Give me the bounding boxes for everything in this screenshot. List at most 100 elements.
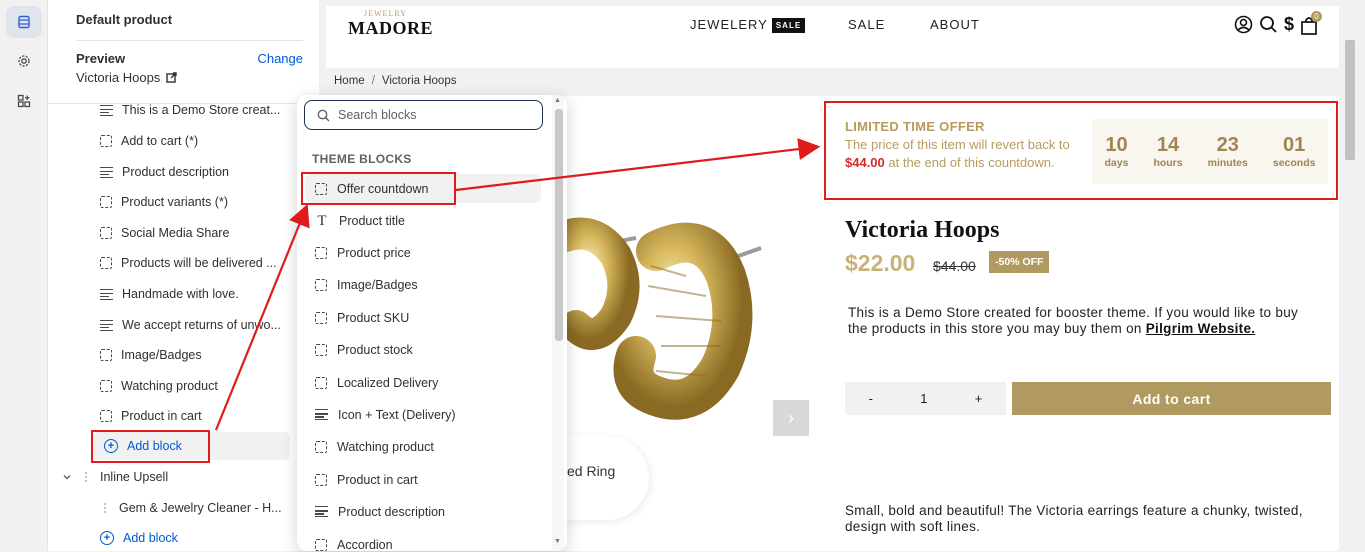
product-image[interactable] [556, 206, 786, 426]
qty-decrease-button[interactable]: - [869, 391, 873, 406]
logo-tagline: JEWELRY [364, 9, 407, 18]
compare-at-price: $44.00 [933, 258, 976, 274]
block-item[interactable]: Gem & Jewelry Cleaner - H... [100, 494, 300, 522]
nav-sale[interactable]: SALE [848, 17, 885, 32]
block-item[interactable]: Add to cart (*) [100, 127, 300, 155]
picker-item-label: Product description [338, 504, 446, 519]
product-description: Small, bold and beautiful! The Victoria … [845, 503, 1303, 534]
block-item[interactable]: Products will be delivered ... [100, 249, 300, 277]
block-item[interactable]: Product in cart [100, 402, 300, 430]
gallery-next-button[interactable]: › [773, 400, 809, 436]
picker-item-product-price[interactable]: Product price [305, 238, 541, 267]
drag-handle-icon[interactable] [104, 503, 110, 513]
block-label: Handmade with love. [122, 287, 239, 301]
block-item[interactable]: Product description [100, 158, 300, 186]
breadcrumb-current: Victoria Hoops [381, 75, 457, 87]
block-icon [315, 278, 327, 291]
picker-item-label: Localized Delivery [337, 375, 439, 390]
apps-icon[interactable] [6, 85, 42, 117]
header-icons: $ 0 [1234, 10, 1323, 35]
picker-item-product-stock[interactable]: Product stock [305, 335, 541, 364]
block-icon [315, 538, 327, 551]
drag-handle-icon[interactable] [85, 472, 91, 482]
picker-item-product-description[interactable]: Product description [305, 497, 541, 526]
block-item[interactable]: Image/Badges [100, 341, 300, 369]
add-block-label: Add block [123, 531, 178, 545]
block-item[interactable]: Watching product [100, 372, 300, 400]
picker-item-accordion[interactable]: Accordion [305, 530, 541, 551]
product-demo-text: This is a Demo Store created for booster… [848, 305, 1318, 337]
settings-gear-icon[interactable] [6, 45, 42, 77]
block-label: Product variants (*) [121, 195, 228, 209]
block-label: Social Media Share [121, 226, 230, 240]
block-item[interactable]: We accept returns of unwo... [100, 311, 300, 339]
block-item[interactable]: Social Media Share [100, 219, 300, 247]
preview-product-name: Victoria Hoops [76, 70, 161, 85]
picker-scrollbar[interactable]: ▲ ▼ [552, 95, 564, 551]
picker-item-label: Icon + Text (Delivery) [338, 407, 456, 422]
section-inline-upsell[interactable]: Inline Upsell [62, 463, 292, 491]
scrollbar-thumb[interactable] [1345, 40, 1355, 160]
text-lines-icon [100, 319, 113, 331]
picker-item-product-title[interactable]: T Product title [305, 206, 541, 235]
picker-item-image-badges[interactable]: Image/Badges [305, 270, 541, 299]
pilgrim-website-link[interactable]: Pilgrim Website. [1146, 321, 1256, 336]
text-lines-icon [315, 506, 328, 517]
nav-label: JEWELERY [690, 17, 768, 32]
preview-scrollbar[interactable] [1339, 6, 1361, 551]
block-label: Watching product [121, 379, 218, 393]
qty-input[interactable]: 1 [920, 391, 927, 406]
breadcrumb-home[interactable]: Home [334, 75, 365, 87]
block-item[interactable]: This is a Demo Store creat... [100, 96, 300, 124]
text-lines-icon [315, 409, 328, 420]
divider [76, 40, 303, 41]
scroll-up-icon[interactable]: ▲ [554, 97, 561, 104]
qty-increase-button[interactable]: + [975, 391, 983, 406]
picker-item-icon-text-delivery[interactable]: Icon + Text (Delivery) [305, 400, 541, 429]
cart-icon[interactable]: 0 [1300, 10, 1323, 35]
search-blocks-input[interactable]: Search blocks [304, 100, 543, 130]
text-lines-icon [100, 104, 113, 116]
block-label: Image/Badges [121, 348, 202, 362]
block-label: Add to cart (*) [121, 134, 199, 148]
picker-item-label: Product price [337, 245, 411, 260]
sections-icon[interactable] [6, 6, 42, 38]
product-title: Victoria Hoops [845, 217, 1000, 243]
search-icon[interactable] [1259, 15, 1278, 34]
sale-badge: SALE [771, 18, 806, 34]
block-item[interactable]: Product variants (*) [100, 188, 300, 216]
picker-item-product-sku[interactable]: Product SKU [305, 303, 541, 332]
store-logo[interactable]: MADORE [348, 18, 433, 39]
picker-item-label: Product SKU [337, 310, 410, 325]
change-preview-link[interactable]: Change [257, 51, 303, 66]
picker-item-product-in-cart[interactable]: Product in cart [305, 465, 541, 494]
block-picker-popover: Search blocks THEME BLOCKS Offer countdo… [297, 95, 567, 551]
annotation-box-offer-countdown [301, 172, 456, 205]
block-icon [100, 257, 112, 269]
block-icon [315, 311, 327, 324]
preview-product-link[interactable]: Victoria Hoops [76, 70, 178, 85]
nav-about[interactable]: ABOUT [930, 17, 980, 32]
picker-item-label: Product stock [337, 342, 413, 357]
scrollbar-thumb[interactable] [555, 109, 563, 341]
chevron-down-icon[interactable] [62, 472, 72, 482]
picker-item-label: Accordion [337, 537, 393, 552]
section-label: Inline Upsell [100, 470, 169, 484]
picker-item-watching-product[interactable]: Watching product [305, 432, 541, 461]
picker-item-localized-delivery[interactable]: Localized Delivery [305, 368, 541, 397]
template-title: Default product [76, 12, 173, 27]
text-lines-icon [100, 288, 113, 300]
account-icon[interactable] [1234, 15, 1253, 34]
upsell-product-name[interactable]: ed Ring [567, 463, 615, 479]
add-to-cart-button[interactable]: Add to cart [1012, 382, 1331, 415]
block-icon [315, 246, 327, 259]
scroll-down-icon[interactable]: ▼ [554, 538, 561, 545]
block-item[interactable]: Handmade with love. [100, 280, 300, 308]
picker-item-label: Image/Badges [337, 277, 418, 292]
text-T-icon: T [317, 212, 327, 229]
nav-jewelery[interactable]: JEWELERY SALE [690, 17, 806, 34]
currency-icon[interactable]: $ [1284, 14, 1294, 35]
add-block-button[interactable]: + Add block [100, 524, 300, 552]
annotation-box-countdown-preview [824, 101, 1338, 200]
external-link-icon [166, 72, 178, 83]
